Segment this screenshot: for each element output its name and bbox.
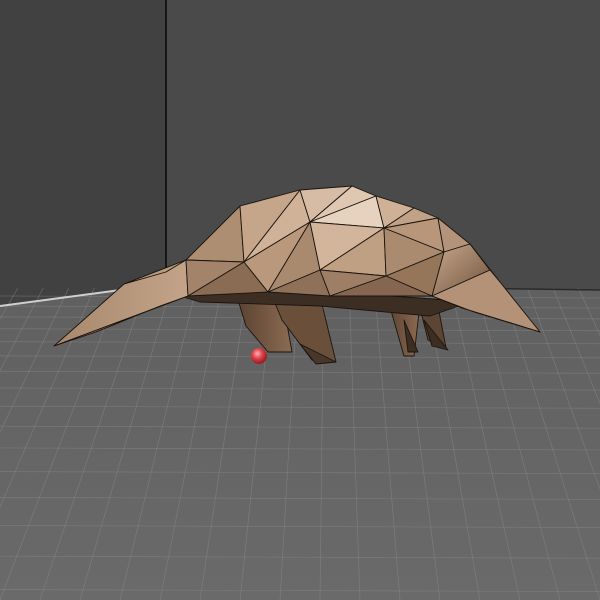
scene-canvas[interactable] <box>0 0 600 600</box>
side-wall <box>0 0 166 306</box>
selection-marker[interactable] <box>251 348 267 364</box>
3d-viewport[interactable] <box>0 0 600 600</box>
